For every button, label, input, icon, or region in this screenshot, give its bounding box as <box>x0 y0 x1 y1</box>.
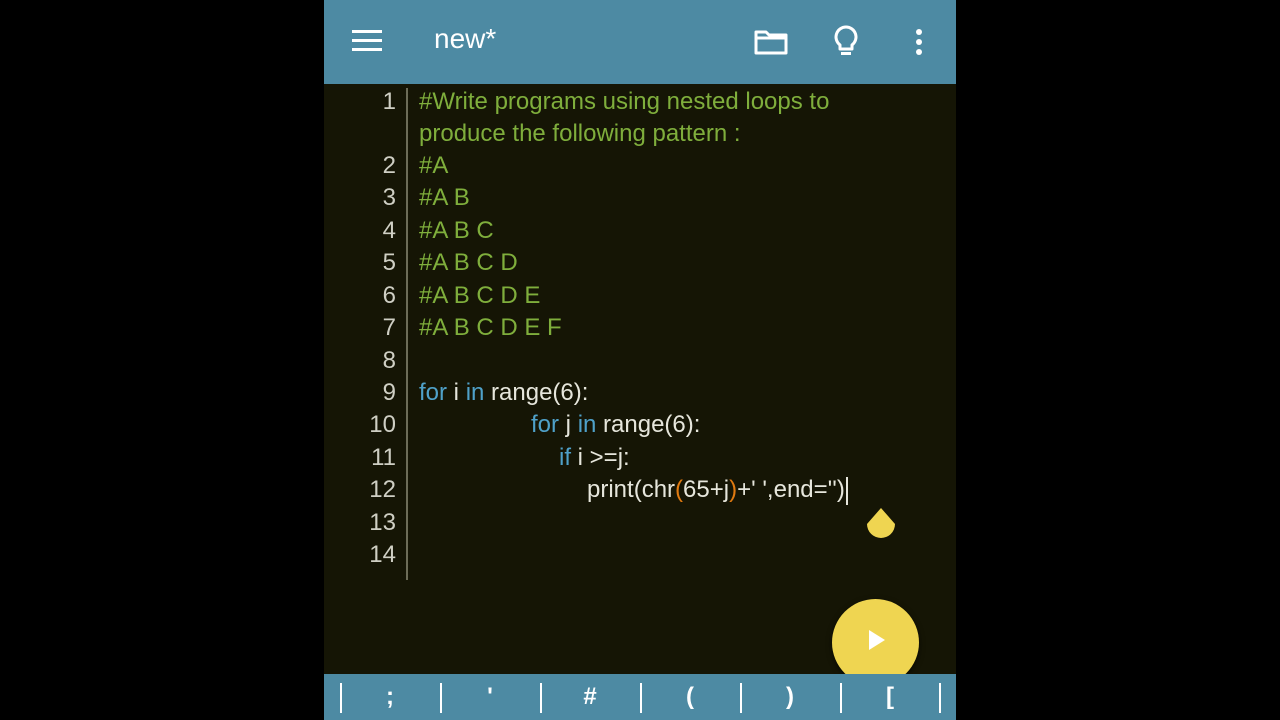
line-number: 11 <box>371 444 396 471</box>
code-text: ) <box>836 476 845 503</box>
more-vert-icon[interactable] <box>899 22 939 62</box>
line-number: 3 <box>382 184 396 211</box>
line-number: 2 <box>382 152 396 179</box>
cursor-handle-icon[interactable] <box>865 508 897 540</box>
code-comment: produce the following pattern : <box>419 120 741 147</box>
run-button[interactable] <box>832 599 919 686</box>
code-comment: #A B C D E <box>419 282 541 309</box>
code-text: print <box>587 476 634 503</box>
code-comment: #A B C D E F <box>419 314 562 341</box>
code-comment: #A <box>419 152 449 179</box>
file-title: new* <box>434 23 497 54</box>
code-text: i >=j: <box>571 444 630 471</box>
line-number: 10 <box>369 411 396 438</box>
line-number: 12 <box>369 476 396 503</box>
code-comment: #A B C <box>419 217 494 244</box>
keyword: in <box>465 379 485 406</box>
code-line-print: print(chr(65+j)+' ',end='') <box>587 476 848 505</box>
code-text: 65+j <box>683 476 730 503</box>
symbol-keybar: ; ' # ( ) [ <box>324 674 956 720</box>
key-open-bracket[interactable]: [ <box>840 674 940 720</box>
text-cursor <box>845 476 848 505</box>
keyword: for <box>531 411 560 438</box>
code-line-for-j: for j in range(6): <box>531 411 700 439</box>
code-line-if: if i >=j: <box>559 444 630 472</box>
line-number: 5 <box>382 249 396 276</box>
keyword: in <box>577 411 597 438</box>
code-comment: #Write programs using nested loops to <box>419 88 830 115</box>
key-quote[interactable]: ' <box>440 674 540 720</box>
code-line-for-i: for i in range(6): <box>419 379 588 407</box>
line-number: 13 <box>369 509 396 536</box>
key-hash[interactable]: # <box>540 674 640 720</box>
code-editor[interactable]: 1 2 3 4 5 6 7 8 9 10 11 12 13 14 #Write … <box>324 84 956 674</box>
line-number: 6 <box>382 282 396 309</box>
line-number: 8 <box>382 347 396 374</box>
paren: ( <box>675 476 684 503</box>
gutter-divider <box>406 88 408 580</box>
code-text: ( <box>633 476 642 503</box>
keyword: if <box>559 444 571 471</box>
folder-icon[interactable] <box>751 22 791 62</box>
line-number: 4 <box>382 217 396 244</box>
code-text: j <box>559 411 578 438</box>
keyword: for <box>419 379 448 406</box>
code-text: i <box>447 379 466 406</box>
key-close-paren[interactable]: ) <box>740 674 840 720</box>
key-open-paren[interactable]: ( <box>640 674 740 720</box>
code-text: +' ',end='' <box>737 476 837 503</box>
code-text: chr <box>641 476 676 503</box>
line-number: 7 <box>382 314 396 341</box>
menu-icon[interactable] <box>350 24 384 58</box>
phone-screen: new* 1 2 3 4 5 6 7 8 9 10 11 12 13 14 #W… <box>324 0 956 720</box>
paren: ) <box>729 476 738 503</box>
key-separator <box>939 683 941 713</box>
line-number: 1 <box>382 88 396 115</box>
app-bar: new* <box>324 0 956 84</box>
code-comment: #A B <box>419 184 470 211</box>
lightbulb-icon[interactable] <box>826 22 866 62</box>
play-icon <box>863 627 889 658</box>
code-text: range(6): <box>484 379 589 406</box>
line-number: 9 <box>382 379 396 406</box>
code-text: range(6): <box>596 411 701 438</box>
line-number: 14 <box>369 541 396 568</box>
key-semicolon[interactable]: ; <box>340 674 440 720</box>
code-comment: #A B C D <box>419 249 518 276</box>
